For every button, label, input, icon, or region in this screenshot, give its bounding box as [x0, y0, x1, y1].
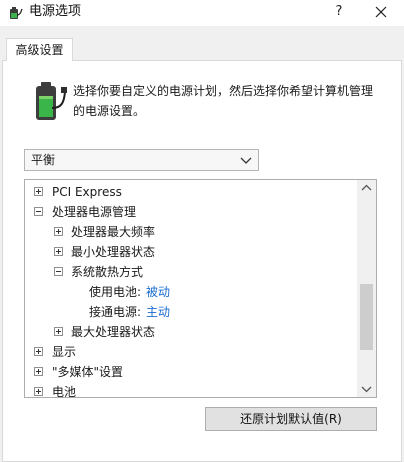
- scroll-thumb[interactable]: [360, 284, 373, 350]
- tree-item-label: 处理器最大频率: [71, 225, 156, 239]
- collapse-toggle[interactable]: [54, 267, 63, 276]
- tab-advanced-settings[interactable]: 高级设置: [6, 38, 73, 61]
- scroll-up-arrow-icon[interactable]: [357, 180, 376, 197]
- expand-toggle[interactable]: [54, 327, 63, 336]
- tree-item-label: 最小处理器状态: [71, 245, 156, 259]
- expand-toggle[interactable]: [34, 387, 43, 396]
- power-plan-select[interactable]: 平衡: [24, 149, 259, 171]
- power-plan-value: 平衡: [31, 153, 56, 167]
- expand-toggle[interactable]: [54, 227, 63, 236]
- expand-toggle[interactable]: [34, 367, 43, 376]
- close-button[interactable]: [370, 3, 392, 21]
- plugged-in-value[interactable]: 主动: [146, 302, 170, 322]
- plan-description: 选择你要自定义的电源计划，然后选择你希望计算机管理的电源设置。: [73, 84, 374, 118]
- window-title: 电源选项: [29, 4, 82, 19]
- power-options-icon: [10, 7, 23, 19]
- scroll-down-arrow-icon[interactable]: [357, 380, 376, 397]
- tree-item-label: 使用电池:: [89, 285, 142, 299]
- tree-scrollbar[interactable]: [357, 180, 376, 397]
- tree-item-label: 最大处理器状态: [71, 325, 156, 339]
- tree-item-label: 显示: [52, 345, 77, 359]
- tree-item-label: 处理器电源管理: [52, 205, 137, 219]
- expand-toggle[interactable]: [34, 347, 43, 356]
- tree-item-label: "多媒体"设置: [52, 365, 124, 379]
- restore-plan-defaults-button[interactable]: 还原计划默认值(R): [205, 407, 377, 431]
- on-battery-value[interactable]: 被动: [146, 282, 170, 302]
- collapse-toggle[interactable]: [34, 207, 43, 216]
- close-icon: [375, 6, 387, 18]
- chevron-down-icon: [240, 157, 252, 164]
- tree-item-label: PCI Express: [52, 185, 122, 199]
- help-button[interactable]: ?: [329, 3, 349, 21]
- battery-plug-icon: [36, 82, 67, 120]
- title-bar: 电源选项 ?: [0, 0, 404, 26]
- expand-toggle[interactable]: [34, 187, 43, 196]
- tree-item-label: 系统散热方式: [71, 265, 144, 279]
- expand-toggle[interactable]: [54, 247, 63, 256]
- tree-item-label: 电池: [52, 385, 77, 398]
- tree-item-label: 接通电源:: [89, 305, 142, 319]
- settings-tree: PCI Express 处理器电源管理 处理器最大频率 最小处理器状态 系统散热…: [24, 179, 377, 398]
